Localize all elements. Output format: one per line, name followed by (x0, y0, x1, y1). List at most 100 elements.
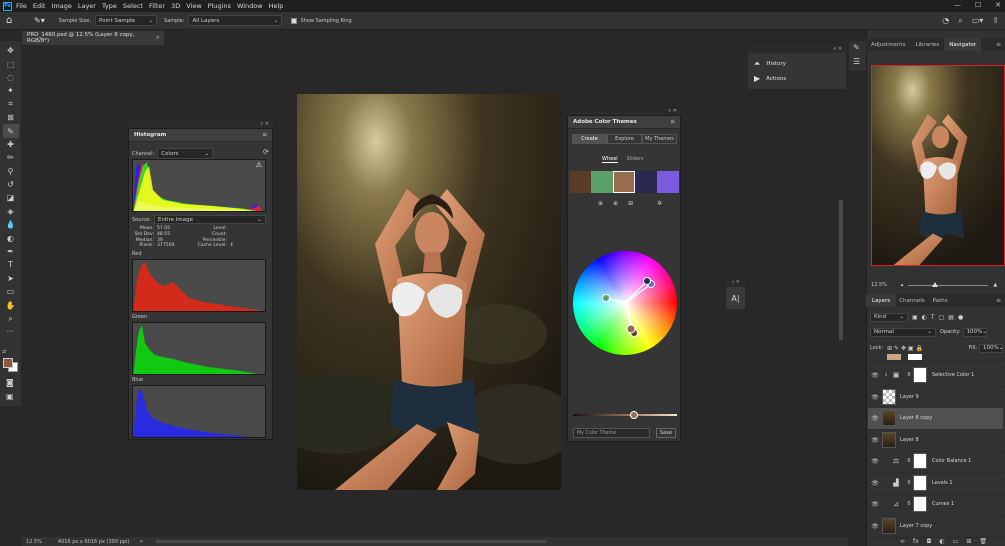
chain-link-icon[interactable]: 8 (905, 501, 913, 507)
subtab-sliders[interactable]: Sliders (627, 156, 644, 163)
eye-icon[interactable]: 👁 (868, 394, 882, 401)
filter-shape-icon[interactable]: ▢ (939, 314, 945, 321)
eye-icon[interactable]: 👁 (868, 523, 882, 530)
layer-row[interactable]: 👁 ⊿ 8 Curves 1 (868, 494, 1003, 516)
crop-tool-icon[interactable]: ⌗ (3, 98, 19, 111)
panel-menu-icon[interactable]: ≡ (996, 41, 1001, 48)
eye-icon[interactable]: 👁 (868, 415, 882, 422)
layer-row-partial[interactable] (868, 354, 1003, 361)
filter-type-icon[interactable]: T (931, 314, 935, 321)
theme-swatch-selected[interactable] (613, 171, 635, 193)
blend-mode-dropdown[interactable]: Normal ⌄ (870, 327, 936, 337)
upload-icon[interactable]: ⇪ (992, 16, 999, 26)
save-theme-button[interactable]: Save (656, 428, 676, 438)
swap-colors-icon[interactable]: ⇄ (2, 349, 6, 355)
eyedropper-preset-icon[interactable]: ✎▾ (34, 16, 45, 25)
path-selection-tool-icon[interactable]: ➤ (3, 272, 19, 285)
panel-menu-icon[interactable]: ≡ (996, 297, 1001, 304)
document-canvas-image[interactable] (297, 94, 561, 490)
marquee-tool-icon[interactable]: ⬚ (3, 57, 19, 70)
new-adjustment-icon[interactable]: ◐ (939, 538, 944, 545)
horizontal-scrollbar[interactable] (155, 540, 546, 543)
lock-pixels-icon[interactable]: ⊞ ✎ ✥ ▣ 🔒 (887, 345, 923, 352)
link-layers-icon[interactable]: ∞ (900, 538, 905, 545)
layer-mask[interactable] (913, 367, 927, 384)
eraser-tool-icon[interactable]: ◪ (3, 191, 19, 204)
hand-tool-icon[interactable]: ✋ (3, 298, 19, 311)
layer-mask[interactable] (913, 475, 927, 492)
canvas-scrollbar[interactable] (839, 200, 843, 340)
new-layer-icon[interactable]: ⊞ (966, 538, 971, 545)
menu-help[interactable]: Help (269, 2, 284, 10)
status-menu-arrow[interactable]: > (139, 539, 143, 545)
menu-filter[interactable]: Filter (149, 2, 165, 10)
add-to-swatches-icon[interactable]: ⊕ (598, 200, 603, 207)
panel-menu-icon[interactable]: ≡ (670, 119, 675, 125)
eye-icon[interactable]: 👁 (868, 437, 882, 444)
theme-swatch[interactable] (635, 171, 657, 193)
subtab-wheel[interactable]: Wheel (602, 156, 618, 163)
layer-row[interactable]: 👁 Layer 9 (868, 387, 1003, 409)
healing-brush-tool-icon[interactable]: ✚ (3, 138, 19, 151)
more-tools-icon[interactable]: ··· (3, 325, 19, 338)
search-icon[interactable]: ⌕ (958, 16, 962, 26)
navigator-zoom-slider[interactable] (908, 281, 989, 287)
history-panel-button[interactable]: ⏶ History (754, 59, 786, 69)
type-tool-icon[interactable]: T (3, 258, 19, 271)
menu-edit[interactable]: Edit (33, 2, 46, 10)
tab-navigator[interactable]: Navigator (944, 38, 982, 51)
menu-view[interactable]: View (186, 2, 201, 10)
fill-field[interactable]: 100% ⌄ (979, 343, 1003, 353)
zoom-out-icon[interactable]: ▴ (901, 282, 904, 288)
tab-explore[interactable]: Explore (607, 134, 642, 144)
tab-my-themes[interactable]: My Themes (642, 134, 677, 144)
new-group-icon[interactable]: ▭ (953, 538, 959, 545)
layer-row[interactable]: 👁 Layer 7 copy (868, 516, 1003, 538)
theme-swatch[interactable] (591, 171, 613, 193)
quick-select-tool-icon[interactable]: ✦ (3, 84, 19, 97)
menu-type[interactable]: Type (102, 2, 117, 10)
sample-dropdown[interactable]: All Layers ⌄ (188, 15, 283, 26)
menu-file[interactable]: File (16, 2, 27, 10)
eyedropper-tool-icon[interactable]: ✎ (2, 124, 19, 138)
adjust-icon[interactable]: ☰ (853, 57, 860, 66)
brightness-slider-thumb[interactable] (630, 411, 638, 419)
filter-toggle-icon[interactable]: ● (958, 314, 963, 321)
eye-icon[interactable]: 👁 (868, 480, 882, 487)
opacity-field[interactable]: 100% ⌄ (962, 327, 987, 337)
history-brush-tool-icon[interactable]: ↺ (3, 178, 19, 191)
menu-window[interactable]: Window (237, 2, 263, 10)
color-settings-icon[interactable]: ✲ (657, 200, 662, 207)
brush-tool-icon[interactable]: ✏ (3, 151, 19, 164)
properties-icon[interactable]: ✎ (853, 43, 860, 52)
add-to-fg-icon[interactable]: ⊕ (613, 200, 618, 207)
tab-adjustments[interactable]: Adjustments (866, 42, 910, 48)
theme-name-input[interactable]: My Color Theme (573, 428, 650, 438)
screen-mode-icon[interactable]: ▣ (6, 392, 14, 401)
layer-mask[interactable] (913, 453, 927, 470)
theme-swatch[interactable] (657, 171, 679, 193)
menu-plugins[interactable]: Plugins (208, 2, 231, 10)
maximize-button[interactable]: ☐ (975, 1, 981, 9)
eye-icon[interactable]: 👁 (868, 372, 882, 379)
refresh-icon[interactable]: ⟳ (263, 148, 269, 156)
rectangle-tool-icon[interactable]: ▭ (3, 285, 19, 298)
close-button[interactable]: ✕ (995, 1, 1001, 9)
layer-mask[interactable] (913, 496, 927, 513)
minimize-button[interactable]: — (954, 1, 961, 9)
filter-adjust-icon[interactable]: ◐ (922, 314, 927, 321)
chain-link-icon[interactable]: 8 (905, 372, 913, 378)
delete-layer-icon[interactable]: 🗑 (979, 538, 987, 545)
share-icon[interactable]: ◔ (942, 16, 949, 26)
tab-libraries[interactable]: Libraries (910, 42, 944, 48)
foreground-color-swatch[interactable] (3, 358, 13, 368)
show-ring-checkbox[interactable] (291, 17, 298, 24)
quick-mask-icon[interactable]: ◙ (6, 378, 14, 387)
document-tab[interactable]: PRO_1460.psd @ 12.5% (Layer 8 copy, RGB/… (22, 31, 164, 45)
workspace-icon[interactable]: ▭▾ (972, 16, 984, 26)
chain-link-icon[interactable]: 8 (905, 458, 913, 464)
dodge-tool-icon[interactable]: ◐ (3, 231, 19, 244)
navigator-zoom-thumb[interactable] (932, 281, 939, 287)
brightness-slider[interactable] (573, 411, 677, 419)
clone-stamp-tool-icon[interactable]: ⚲ (3, 165, 19, 178)
